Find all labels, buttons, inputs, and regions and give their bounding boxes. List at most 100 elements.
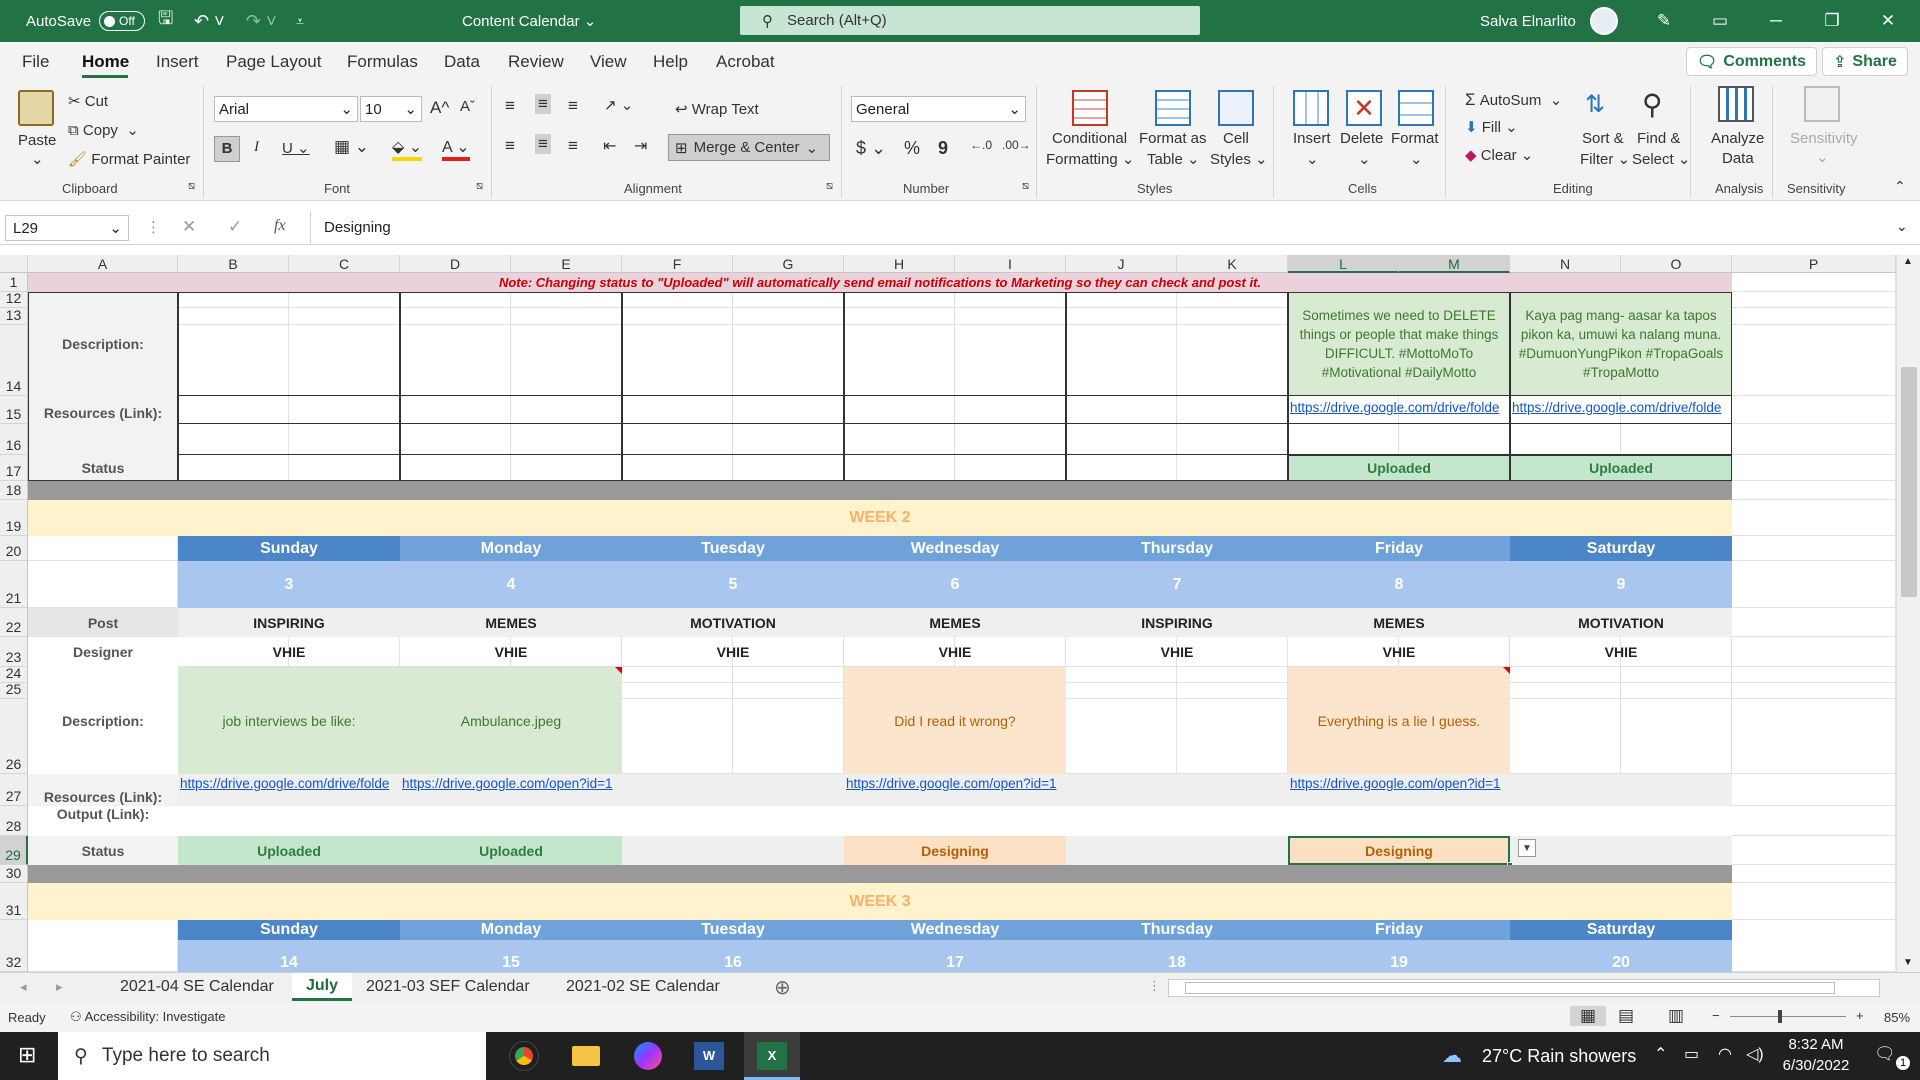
row-header-15[interactable]: 15: [0, 396, 28, 424]
clipboard-launcher-icon[interactable]: ⧅: [188, 180, 195, 193]
row-header-13[interactable]: 13: [0, 307, 28, 325]
avatar[interactable]: [1590, 7, 1618, 35]
search-box[interactable]: ⚲ Search (Alt+Q): [740, 6, 1200, 35]
vertical-scrollbar[interactable]: ▲ ▼: [1896, 255, 1920, 972]
autosum-button[interactable]: Σ AutoSum ⌄: [1465, 90, 1562, 110]
analyze-data-icon[interactable]: [1718, 86, 1754, 122]
row-header-18[interactable]: 18: [0, 481, 28, 500]
font-size-select[interactable]: 10 ⌄: [360, 96, 422, 122]
page-layout-icon[interactable]: ▤: [1618, 1006, 1634, 1026]
weather-icon[interactable]: ☁: [1442, 1043, 1462, 1068]
status-cell[interactable]: Designing: [844, 836, 1066, 865]
share-button[interactable]: ⇪ Share: [1822, 47, 1908, 76]
prev-sheet-icon[interactable]: ◂: [20, 979, 27, 995]
sensitivity-icon[interactable]: [1804, 86, 1840, 122]
tab-insert[interactable]: Insert: [156, 52, 199, 72]
column-header-p[interactable]: P: [1732, 255, 1896, 273]
status-cell[interactable]: [1510, 836, 1732, 865]
comments-button[interactable]: 🗨 Comments: [1686, 47, 1817, 76]
redo-icon[interactable]: ↷ ˅: [246, 0, 277, 42]
autosave-toggle[interactable]: Off: [99, 11, 146, 31]
collapse-ribbon-icon[interactable]: ⌃: [1894, 178, 1906, 195]
column-header-d[interactable]: D: [400, 255, 511, 273]
column-header-f[interactable]: F: [622, 255, 733, 273]
format-painter-button[interactable]: 🖌 Format Painter: [68, 150, 190, 168]
notification-icon[interactable]: 🗨: [1874, 1044, 1896, 1064]
clear-button[interactable]: ◆ Clear ⌄: [1465, 146, 1533, 164]
number-launcher-icon[interactable]: ⧅: [1022, 180, 1029, 193]
italic-icon[interactable]: I: [254, 139, 259, 156]
status-cell[interactable]: Uploaded: [178, 836, 400, 865]
chevron-up-icon[interactable]: ⌃: [1654, 1044, 1667, 1064]
output-link[interactable]: [844, 806, 1066, 836]
sensitivity-button[interactable]: Sensitivity: [1790, 130, 1858, 147]
scroll-thumb[interactable]: [1901, 367, 1917, 597]
column-header-i[interactable]: I: [955, 255, 1066, 273]
delete-cells-button[interactable]: Delete: [1340, 130, 1383, 147]
cancel-icon[interactable]: ✕: [182, 217, 196, 237]
paste-icon[interactable]: [18, 90, 54, 126]
cell-styles-icon[interactable]: [1218, 90, 1254, 126]
sort-filter-label2[interactable]: Filter ⌄: [1580, 150, 1630, 168]
row-header-31[interactable]: 31: [0, 883, 28, 920]
customize-qat-icon[interactable]: ⩡: [296, 0, 304, 42]
horizontal-scrollbar[interactable]: [1168, 979, 1880, 997]
normal-view-icon[interactable]: ▦: [1570, 1006, 1607, 1026]
name-box[interactable]: L29 ⌄: [5, 215, 129, 241]
format-as-table-label2[interactable]: Table ⌄: [1147, 150, 1200, 168]
row-header-17[interactable]: 17: [0, 455, 28, 481]
analyze-data-button[interactable]: Analyze: [1711, 130, 1764, 147]
tab-review[interactable]: Review: [508, 52, 564, 72]
output-link[interactable]: [1066, 806, 1288, 836]
document-title[interactable]: Content Calendar ⌄: [462, 0, 596, 42]
find-select-label2[interactable]: Select ⌄: [1632, 150, 1690, 168]
clock-time[interactable]: 8:32 AM: [1782, 1036, 1850, 1053]
column-header-l[interactable]: L: [1288, 255, 1399, 273]
chevron-down-icon[interactable]: ⌄: [1410, 150, 1423, 168]
column-header-n[interactable]: N: [1510, 255, 1621, 273]
insert-function-icon[interactable]: fx: [274, 217, 286, 235]
resource-link[interactable]: [1066, 774, 1288, 806]
output-link[interactable]: [1288, 806, 1510, 836]
wifi-icon[interactable]: ◠: [1718, 1044, 1732, 1064]
resource-link[interactable]: https://drive.google.com/drive/folde: [178, 774, 400, 806]
delete-cells-icon[interactable]: ✕: [1346, 90, 1382, 126]
zoom-slider[interactable]: [1730, 1016, 1846, 1017]
dropdown-arrow[interactable]: ▼: [1518, 839, 1536, 857]
status-cell[interactable]: [622, 836, 844, 865]
font-color-icon[interactable]: A ⌄: [442, 137, 470, 161]
row-header-27[interactable]: 27: [0, 774, 28, 806]
output-link[interactable]: [622, 806, 844, 836]
number-format-select[interactable]: General ⌄: [851, 96, 1026, 122]
paste-dropdown-icon[interactable]: ⌄: [31, 150, 44, 168]
row-header-19[interactable]: 19: [0, 500, 28, 536]
cell-styles-button[interactable]: Cell: [1223, 130, 1249, 147]
next-sheet-icon[interactable]: ▸: [56, 979, 63, 995]
status-cell[interactable]: [1066, 836, 1288, 865]
expand-formula-icon[interactable]: ⌄: [1896, 218, 1908, 235]
resource-link[interactable]: [622, 774, 844, 806]
chevron-down-icon[interactable]: ⌄: [1306, 150, 1319, 168]
taskbar-search[interactable]: ⚲ Type here to search: [58, 1032, 486, 1080]
borders-icon[interactable]: ▦ ⌄: [334, 137, 369, 157]
messenger-icon[interactable]: [634, 1042, 662, 1070]
conditional-formatting-icon[interactable]: [1072, 90, 1108, 126]
resource-link[interactable]: https://drive.google.com/open?id=1: [400, 774, 622, 806]
fill-color-icon[interactable]: ⬙ ⌄: [392, 137, 423, 161]
align-left-icon[interactable]: ≡: [505, 136, 515, 156]
fill-button[interactable]: ⬇ Fill ⌄: [1465, 118, 1518, 136]
row-header-25[interactable]: 25: [0, 681, 28, 699]
resource-link[interactable]: [1510, 774, 1732, 806]
clock-date[interactable]: 6/30/2022: [1776, 1057, 1856, 1074]
autosave[interactable]: AutoSave Off: [26, 0, 146, 42]
row-header-30[interactable]: 30: [0, 865, 28, 883]
increase-decimal-icon[interactable]: ←.0: [970, 138, 992, 152]
align-top-icon[interactable]: ≡: [505, 96, 515, 116]
chevron-down-icon[interactable]: ⌄: [1816, 148, 1829, 166]
tab-formulas[interactable]: Formulas: [347, 52, 418, 72]
percent-icon[interactable]: %: [904, 138, 920, 159]
chevron-down-icon[interactable]: ⌄: [1358, 150, 1371, 168]
align-right-icon[interactable]: ≡: [568, 136, 578, 156]
weather-text[interactable]: 27°C Rain showers: [1482, 1046, 1636, 1067]
undo-icon[interactable]: ↶ ˅: [194, 0, 225, 42]
